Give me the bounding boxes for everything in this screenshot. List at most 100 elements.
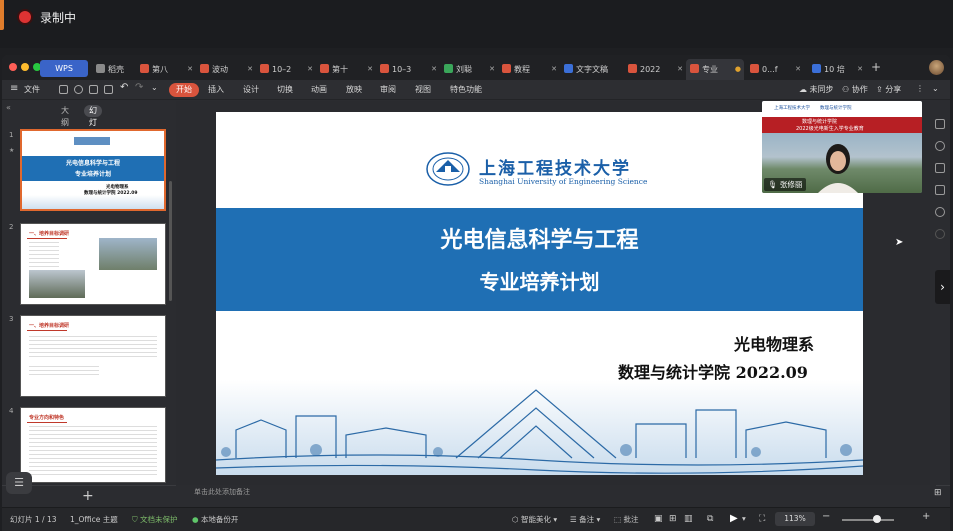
close-tab-icon[interactable]: ✕ — [551, 59, 557, 80]
webcam-overlay[interactable]: 上海工程技术大学 数理与统计学院 数理与统计学院 2022级光电新生入学专业教育… — [762, 101, 922, 193]
hamburger-icon[interactable]: ≡ — [10, 83, 18, 94]
close-tab-icon[interactable]: ✕ — [677, 59, 683, 80]
presenter-name-tag: 🎙 张修丽 — [764, 178, 807, 191]
slide-number: 1 — [9, 131, 14, 139]
comments-button[interactable]: ⬚ 批注 — [614, 514, 638, 525]
tab-document[interactable]: 稻壳 — [92, 59, 136, 80]
close-tab-icon[interactable]: ✕ — [307, 59, 313, 80]
more-menu-icon[interactable]: ⋮ — [916, 84, 924, 93]
close-tab-icon[interactable]: ✕ — [367, 59, 373, 80]
notes-pane[interactable]: 单击此处添加备注 — [176, 485, 936, 501]
floating-menu-icon[interactable]: ☰ — [6, 472, 32, 494]
sync-status-button[interactable]: ☁ 未同步 — [799, 84, 834, 95]
tab-document[interactable]: 10–2 ✕ — [256, 59, 316, 80]
tab-document[interactable]: 教程 ✕ — [498, 59, 560, 80]
menu-animation[interactable]: 动画 — [311, 84, 327, 95]
tab-document[interactable]: 第八 ✕ — [136, 59, 196, 80]
menu-home[interactable]: 开始 — [169, 83, 199, 97]
add-slide-button[interactable]: + — [82, 488, 94, 504]
redo-icon[interactable]: ↷ — [135, 82, 143, 93]
reading-view-icon[interactable]: ▥ — [684, 514, 693, 524]
zoom-out-icon[interactable]: − — [822, 511, 830, 522]
grid-view-icon[interactable]: ⊞ — [669, 514, 677, 524]
expand-panel-arrow-icon[interactable]: › — [935, 270, 950, 304]
smart-beautify-button[interactable]: ⬡ 智能美化 ▾ — [512, 514, 557, 525]
ppt-icon — [200, 64, 209, 73]
close-tab-icon[interactable]: ✕ — [857, 59, 863, 80]
new-tab-button[interactable]: + — [871, 60, 881, 74]
fit-window-icon[interactable]: ⛶ — [759, 514, 765, 524]
close-tab-icon[interactable]: ✕ — [187, 59, 193, 80]
save-icon[interactable] — [59, 85, 68, 94]
tab-document[interactable]: 波动 ✕ — [196, 59, 256, 80]
tab-document[interactable]: 10 培 ✕ — [808, 59, 866, 80]
layout-grid-icon[interactable]: ⊞ — [934, 488, 942, 498]
export-icon[interactable] — [74, 85, 83, 94]
zoom-in-icon[interactable]: + — [922, 511, 930, 522]
menu-view[interactable]: 视图 — [415, 84, 431, 95]
menu-insert[interactable]: 插入 — [208, 84, 224, 95]
star-icon[interactable] — [935, 141, 945, 151]
slide-thumbnail-selected[interactable]: 光电信息科学与工程 专业培养计划 光电物理系 数理与统计学院 2022.09 — [20, 129, 166, 211]
tab-document[interactable]: 第十 ✕ — [316, 59, 376, 80]
backup-status[interactable]: ● 本地备份开 — [192, 514, 238, 525]
menu-file[interactable]: 文件 — [24, 84, 40, 95]
normal-view-icon[interactable]: ▣ — [654, 514, 663, 524]
collapse-ribbon-icon[interactable]: ⌄ — [932, 84, 939, 93]
close-tab-icon[interactable]: ✕ — [795, 59, 801, 80]
quick-access-more-icon[interactable]: ⌄ — [151, 83, 158, 92]
help-icon[interactable] — [935, 229, 945, 239]
undo-icon[interactable]: ↶ — [120, 82, 128, 93]
notes-toggle-button[interactable]: ☰ 备注 ▾ — [570, 514, 600, 525]
tab-document[interactable]: 刘聪 ✕ — [440, 59, 498, 80]
print-icon[interactable] — [89, 85, 98, 94]
unsaved-dot-icon[interactable]: ● — [735, 59, 741, 80]
image-icon[interactable] — [935, 185, 945, 195]
menu-slideshow[interactable]: 放映 — [346, 84, 362, 95]
copy-icon[interactable] — [935, 163, 945, 173]
university-emblem-icon — [426, 152, 470, 186]
user-avatar[interactable] — [929, 60, 944, 75]
protect-status[interactable]: ⛉ 文档未保护 — [132, 514, 178, 525]
slide-thumbnail[interactable]: 专业方向和特色 — [20, 407, 166, 483]
slide-thumbnail[interactable]: 一、培养目标调研 — [20, 315, 166, 397]
collapse-panel-icon[interactable]: « — [6, 103, 11, 112]
share-button[interactable]: ⇪ 分享 — [876, 84, 901, 95]
history-icon[interactable] — [935, 207, 945, 217]
tab-active-document[interactable]: 专业 ● — [686, 59, 744, 80]
present-from-start-icon[interactable]: ⧉ — [707, 514, 713, 524]
preview-icon[interactable] — [104, 85, 113, 94]
slide-thumbnail[interactable]: 一、培养目标调研 — [20, 223, 166, 305]
tab-document[interactable]: 文字文稿 — [560, 59, 624, 80]
zoom-slider-knob[interactable] — [873, 515, 881, 523]
thumb-text-block — [29, 242, 59, 268]
tab-wps-home[interactable]: WPS — [40, 60, 88, 77]
slide-number: 3 — [9, 315, 14, 323]
close-tab-icon[interactable]: ✕ — [431, 59, 437, 80]
menu-review[interactable]: 审阅 — [380, 84, 396, 95]
menu-special-features[interactable]: 特色功能 — [450, 84, 482, 95]
tab-document[interactable]: 10–3 ✕ — [376, 59, 440, 80]
recording-accent — [0, 0, 4, 30]
close-tab-icon[interactable]: ✕ — [247, 59, 253, 80]
record-icon[interactable] — [19, 11, 31, 23]
play-options-icon[interactable]: ▾ — [742, 514, 746, 523]
theme-name[interactable]: 1_Office 主题 — [70, 514, 118, 525]
play-slideshow-icon[interactable]: ▶ — [730, 513, 738, 524]
tab-document[interactable]: 0...f ✕ — [746, 59, 804, 80]
minimize-window-icon[interactable] — [21, 63, 29, 71]
collaborate-button[interactable]: ⚇ 协作 — [842, 84, 868, 95]
tab-document[interactable]: 2022 ✕ — [624, 59, 686, 80]
zoom-slider[interactable] — [842, 519, 894, 521]
menu-transition[interactable]: 切换 — [277, 84, 293, 95]
sidebar-scrollbar[interactable] — [169, 181, 172, 301]
menu-design[interactable]: 设计 — [243, 84, 259, 95]
tab-outline[interactable]: 大纲 — [56, 105, 74, 127]
slide-subtitle: 专业培养计划 — [479, 270, 600, 294]
tab-slides[interactable]: 幻灯片 — [84, 105, 102, 139]
zoom-level[interactable]: 113% — [775, 512, 815, 526]
close-tab-icon[interactable]: ✕ — [489, 59, 495, 80]
university-name-cn: 上海工程技术大学 — [479, 159, 631, 179]
close-window-icon[interactable] — [9, 63, 17, 71]
adjust-icon[interactable] — [935, 119, 945, 129]
